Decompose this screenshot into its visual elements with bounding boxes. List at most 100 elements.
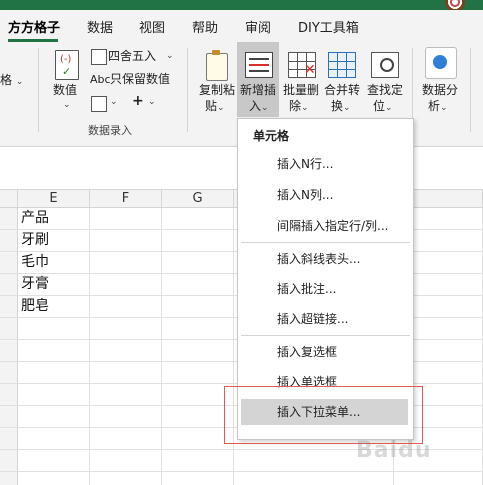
menu-item-insert-checkbox[interactable]: 插入复选框 <box>241 339 408 365</box>
menu-item-insert-n-rows[interactable]: 插入N行... <box>241 151 408 177</box>
cell-product[interactable]: 牙刷 <box>18 230 90 252</box>
find-locate-icon[interactable] <box>371 52 399 78</box>
cell[interactable] <box>18 362 90 384</box>
cell[interactable] <box>90 252 162 274</box>
ribbon-tabs: 方方格子 数据 视图 帮助 审阅 DIY工具箱 <box>0 10 483 42</box>
row-header[interactable] <box>0 340 18 362</box>
row-header[interactable] <box>0 230 18 252</box>
cell[interactable] <box>90 384 162 406</box>
tab-ffgz[interactable]: 方方格子 <box>8 17 60 36</box>
cell[interactable] <box>162 362 234 384</box>
cell[interactable] <box>18 472 90 485</box>
tab-data[interactable]: 数据 <box>87 17 113 36</box>
cell[interactable] <box>18 406 90 428</box>
row-header[interactable] <box>0 296 18 318</box>
merge-convert-button[interactable]: 合并转 <box>324 82 360 98</box>
cell[interactable] <box>18 450 90 472</box>
cell-product[interactable]: 产品 <box>18 208 90 230</box>
find-locate-button[interactable]: 查找定 <box>367 82 403 98</box>
watermark: Baidu <box>356 438 432 463</box>
column-header-g[interactable]: G <box>162 190 234 208</box>
numeric-value-button[interactable]: 数值 <box>53 82 77 98</box>
row-header[interactable] <box>0 252 18 274</box>
cell[interactable] <box>18 384 90 406</box>
row-header[interactable] <box>0 208 18 230</box>
new-insert-button[interactable]: 新增插 <box>240 82 276 98</box>
keep-numeric-button[interactable]: 只保留数值 <box>110 71 170 87</box>
menu-item-insert-diagonal-header[interactable]: 插入斜线表头... <box>241 246 408 272</box>
ribbon-separator <box>38 48 39 132</box>
partial-label: 格 ⌄ <box>0 73 24 87</box>
row-header[interactable] <box>0 318 18 340</box>
tab-diy-toolbox[interactable]: DIY工具箱 <box>298 17 359 36</box>
cell[interactable] <box>162 296 234 318</box>
cell[interactable] <box>162 230 234 252</box>
menu-item-insert-hyperlink[interactable]: 插入超链接... <box>241 306 408 332</box>
cell[interactable] <box>162 274 234 296</box>
row-header-corner[interactable] <box>0 190 18 208</box>
cell[interactable] <box>234 472 394 485</box>
cell[interactable] <box>162 318 234 340</box>
cell-product[interactable]: 毛巾 <box>18 252 90 274</box>
cell[interactable] <box>90 274 162 296</box>
batch-delete-icon[interactable]: ✕ <box>288 52 316 78</box>
cell[interactable] <box>394 472 483 485</box>
plus-button[interactable]: + <box>132 93 144 109</box>
cell[interactable] <box>162 252 234 274</box>
row-header[interactable] <box>0 274 18 296</box>
menu-item-insert-comment[interactable]: 插入批注... <box>241 276 408 302</box>
row-header[interactable] <box>0 450 18 472</box>
cell[interactable] <box>162 472 234 485</box>
clipboard-icon[interactable] <box>206 50 228 81</box>
row-header[interactable] <box>0 472 18 485</box>
cell[interactable] <box>90 472 162 485</box>
cell[interactable] <box>90 208 162 230</box>
row-header[interactable] <box>0 384 18 406</box>
row-header[interactable] <box>0 406 18 428</box>
cell-product[interactable]: 牙膏 <box>18 274 90 296</box>
edit-icon[interactable] <box>91 96 107 112</box>
row-header[interactable] <box>0 362 18 384</box>
numeric-value-icon[interactable]: (-) ✓ <box>55 50 79 80</box>
merge-convert-line2: 换⌄ <box>331 99 351 113</box>
excel-window: 方方格子 数据 视图 帮助 审阅 DIY工具箱 格 ⌄ (-) ✓ 数值 ⌄ 四… <box>0 0 483 485</box>
title-bar <box>0 0 483 12</box>
merge-convert-icon[interactable] <box>328 52 356 78</box>
row-header[interactable] <box>0 428 18 450</box>
cell-product[interactable]: 肥皂 <box>18 296 90 318</box>
chevron-down-icon: ⌄ <box>110 97 118 107</box>
menu-section-header: 单元格 <box>253 129 290 143</box>
chevron-down-icon: ⌄ <box>148 97 156 107</box>
cell[interactable] <box>18 428 90 450</box>
cell[interactable] <box>90 362 162 384</box>
cell[interactable] <box>162 450 234 472</box>
menu-separator <box>241 335 410 336</box>
batch-delete-button[interactable]: 批量删 <box>283 82 319 98</box>
tab-help[interactable]: 帮助 <box>192 17 218 36</box>
cell[interactable] <box>90 296 162 318</box>
cell[interactable] <box>90 450 162 472</box>
cell[interactable] <box>90 428 162 450</box>
cell[interactable] <box>162 340 234 362</box>
menu-item-insert-n-cols[interactable]: 插入N列... <box>241 182 408 208</box>
cell[interactable] <box>18 318 90 340</box>
cell[interactable] <box>90 340 162 362</box>
abc-icon: Abc <box>90 73 111 86</box>
insert-sheet-icon[interactable] <box>245 52 273 78</box>
highlight-annotation-box <box>224 386 423 444</box>
cell[interactable] <box>90 230 162 252</box>
column-header-f[interactable]: F <box>90 190 162 208</box>
cell[interactable] <box>90 318 162 340</box>
round-button[interactable]: 四舍五入 <box>108 48 156 64</box>
tab-review[interactable]: 审阅 <box>245 17 271 36</box>
cell[interactable] <box>18 340 90 362</box>
ribbon-separator <box>470 48 471 132</box>
data-analysis-icon[interactable] <box>425 47 457 79</box>
copy-paste-button[interactable]: 复制粘 <box>199 82 235 98</box>
menu-item-interval-insert[interactable]: 间隔插入指定行/列... <box>241 213 408 239</box>
cell[interactable] <box>90 406 162 428</box>
data-analysis-button[interactable]: 数据分 <box>422 82 458 98</box>
tab-view[interactable]: 视图 <box>139 17 165 36</box>
column-header-e[interactable]: E <box>18 190 90 208</box>
cell[interactable] <box>162 208 234 230</box>
